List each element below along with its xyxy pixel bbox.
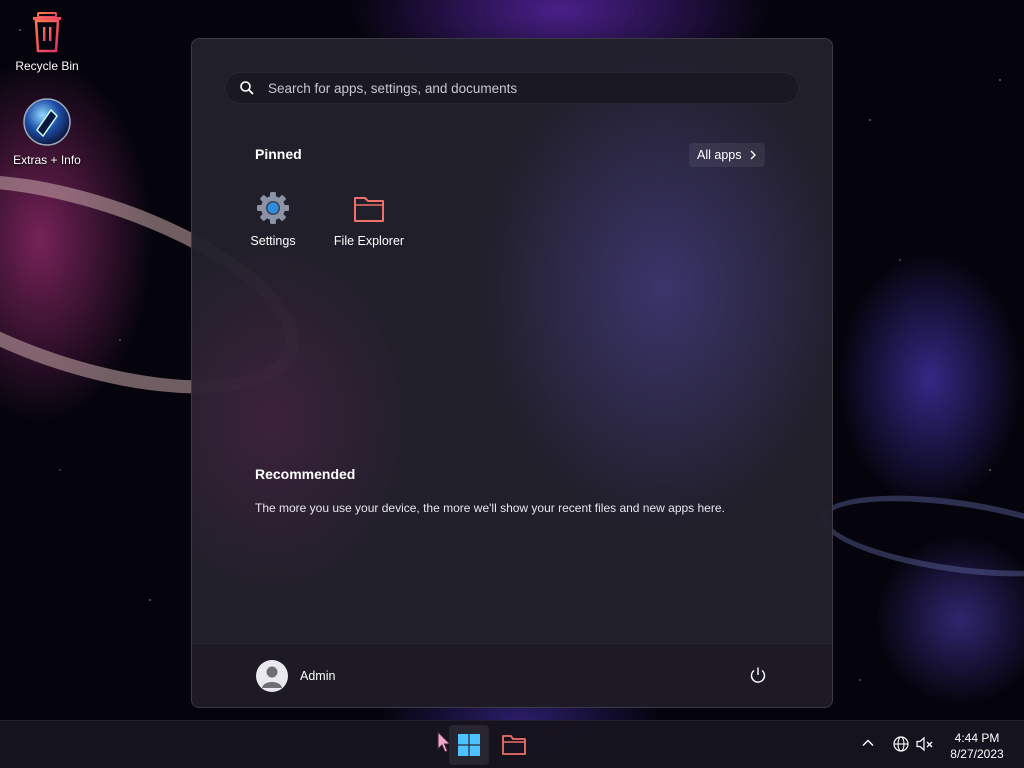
search-icon [240,81,254,95]
folder-icon [502,735,526,755]
mouse-cursor-icon [437,731,452,753]
desktop-icon-label: Recycle Bin [15,59,79,73]
start-button[interactable] [449,725,489,765]
taskbar-clock[interactable]: 4:44 PM 8/27/2023 [940,730,1014,762]
desktop-icon-extras-info[interactable]: Extras + Info [2,96,92,167]
chevron-right-icon [751,150,757,160]
network-globe-icon[interactable] [892,735,910,753]
windows-logo-icon [458,734,480,756]
show-hidden-icons-chevron-icon[interactable] [860,735,876,751]
all-apps-label: All apps [697,148,742,162]
extras-info-icon [21,98,73,151]
user-avatar-icon [262,666,282,688]
pinned-app-file-explorer[interactable]: File Explorer [324,191,414,248]
pinned-heading: Pinned [255,146,302,162]
desktop-icon-label: Extras + Info [13,153,81,167]
search-box[interactable] [225,72,799,104]
power-button[interactable] [749,666,767,689]
user-name[interactable]: Admin [300,669,335,683]
folder-icon [354,197,384,222]
avatar[interactable] [256,660,288,692]
recycle-bin-icon [27,12,67,57]
user-bar: Admin [192,643,832,707]
clock-time: 4:44 PM [954,731,1000,745]
recommended-heading: Recommended [255,466,356,482]
desktop-icon-recycle-bin[interactable]: Recycle Bin [2,10,92,73]
clock-date: 8/27/2023 [950,747,1004,761]
recommended-empty-message: The more you use your device, the more w… [255,501,725,515]
search-input[interactable] [266,79,770,97]
pinned-app-label: Settings [250,234,296,248]
wallpaper-planet-ring-right [816,481,1024,591]
settings-gear-icon [257,192,289,224]
all-apps-button[interactable]: All apps [689,143,766,167]
pinned-app-label: File Explorer [333,234,405,248]
pinned-app-settings[interactable]: Settings [228,191,318,248]
power-icon [750,667,766,683]
start-menu: Pinned All apps Settings File Explorer R… [191,38,833,708]
volume-muted-icon[interactable] [916,736,934,752]
taskbar-file-explorer[interactable] [494,725,534,765]
